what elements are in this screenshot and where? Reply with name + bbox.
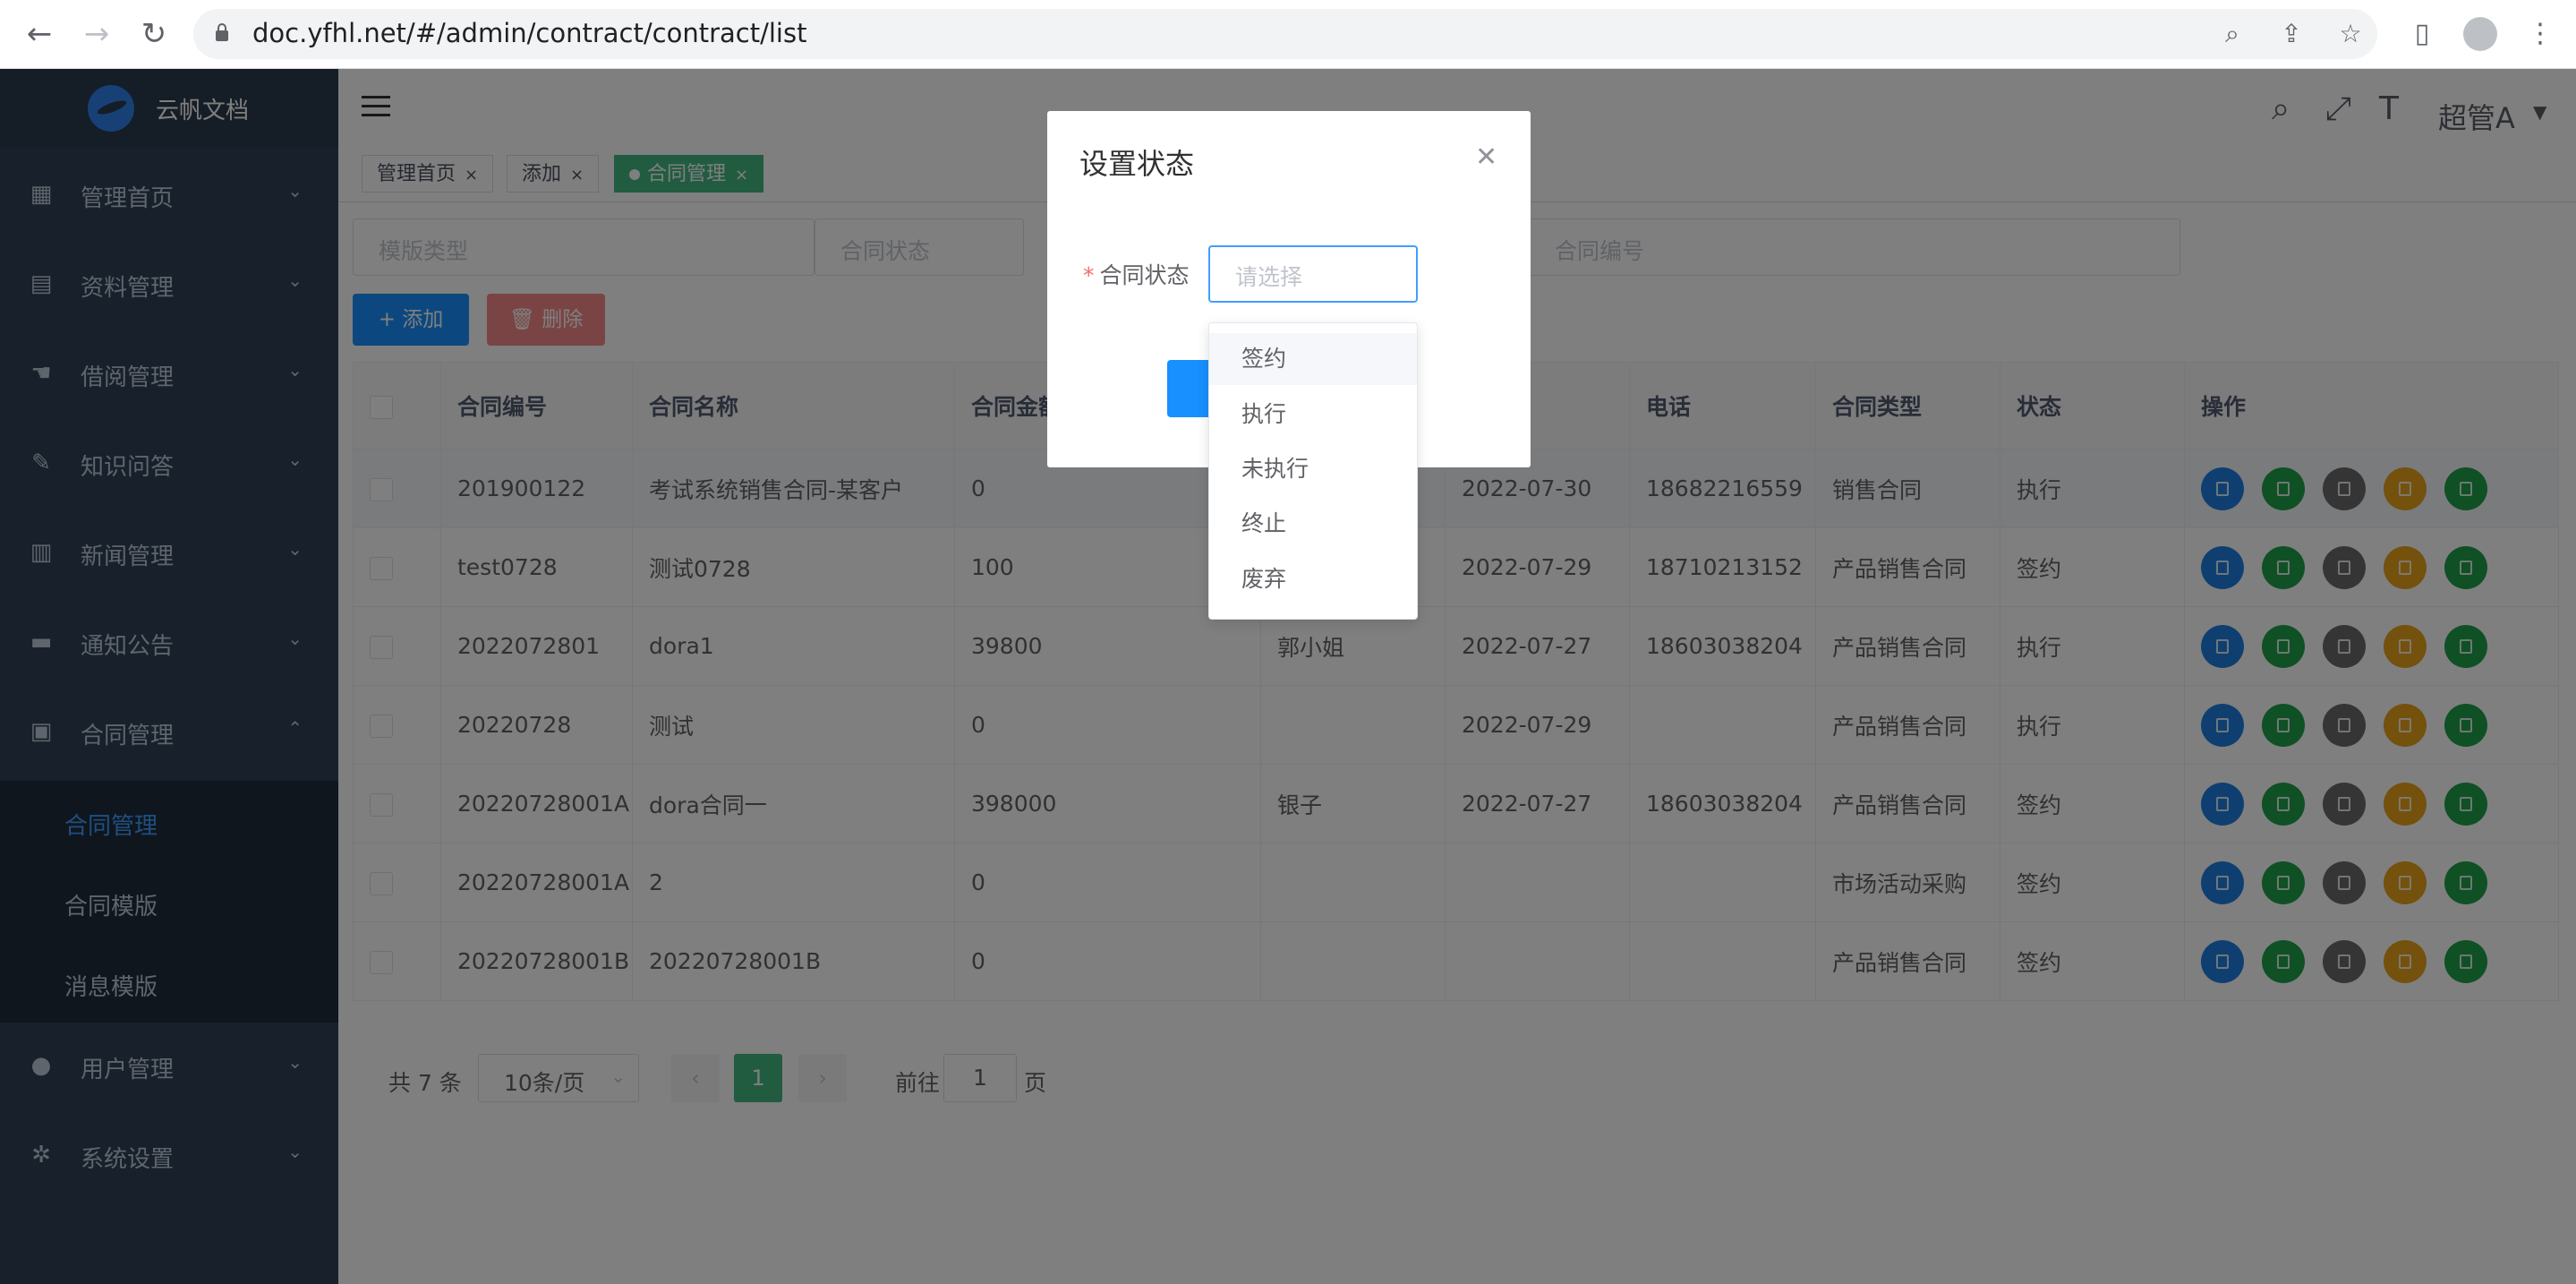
status-select[interactable]: 请选择 xyxy=(1208,245,1418,303)
dropdown-option-terminate[interactable]: 终止 xyxy=(1209,498,1417,550)
reload-icon[interactable]: ↻ xyxy=(136,16,172,52)
dropdown-option-not-executed[interactable]: 未执行 xyxy=(1209,443,1417,495)
dropdown-option-execute[interactable]: 执行 xyxy=(1209,389,1417,441)
share-icon[interactable]: ⇪ xyxy=(2275,18,2307,50)
select-placeholder: 请选择 xyxy=(1235,264,1303,290)
zoom-icon[interactable]: ⌕ xyxy=(2216,18,2248,50)
forward-icon[interactable]: → xyxy=(79,16,115,52)
required-asterisk: * xyxy=(1083,262,1095,288)
close-icon[interactable]: ✕ xyxy=(1475,141,1497,173)
url-text: doc.yfhl.net/#/admin/contract/contract/l… xyxy=(252,18,807,48)
browser-toolbar: ← → ↻ doc.yfhl.net/#/admin/contract/cont… xyxy=(0,0,2576,69)
side-panel-icon[interactable]: ▯ xyxy=(2404,16,2440,52)
lock-icon xyxy=(216,23,228,41)
more-menu-icon[interactable]: ⋮ xyxy=(2522,16,2558,52)
address-bar[interactable]: doc.yfhl.net/#/admin/contract/contract/l… xyxy=(193,9,2377,59)
form-label-text: 合同状态 xyxy=(1099,262,1190,288)
status-dropdown: 签约 执行 未执行 终止 废弃 xyxy=(1208,322,1418,620)
profile-avatar-icon[interactable] xyxy=(2463,17,2497,51)
bookmark-star-icon[interactable]: ☆ xyxy=(2334,18,2367,50)
dialog-title: 设置状态 xyxy=(1079,147,1195,181)
dropdown-option-sign[interactable]: 签约 xyxy=(1209,333,1417,385)
back-icon[interactable]: ← xyxy=(21,16,57,52)
dropdown-option-discard[interactable]: 废弃 xyxy=(1209,553,1417,605)
form-label: * 合同状态 xyxy=(1083,258,1190,290)
